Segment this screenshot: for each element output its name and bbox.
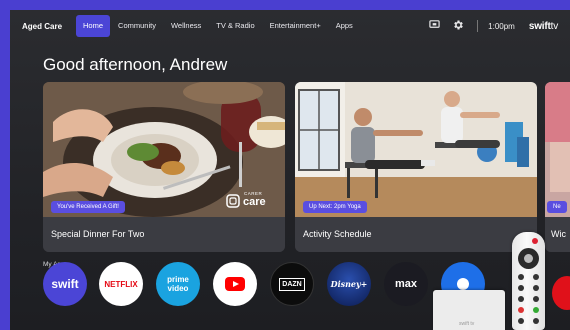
remote-ok-button (524, 254, 533, 263)
carer-badge: CARER care (226, 190, 278, 212)
app-swift-label: swift (51, 277, 79, 291)
remote-button (533, 296, 539, 302)
card-tag: Ne (547, 201, 567, 213)
app-swift[interactable]: swift (43, 262, 87, 306)
remote-button (533, 274, 539, 280)
app-netflix-label: NETFLIX (104, 279, 138, 289)
app-prime-video[interactable]: prime video (156, 262, 200, 306)
toolbar-divider (477, 20, 479, 32)
card-title: Wic (545, 217, 570, 252)
greeting-heading: Good afternoon, Andrew (43, 55, 228, 74)
cast-icon[interactable] (427, 19, 441, 33)
swift-tv-logo: swifttv (528, 20, 558, 32)
card-tag: You've Received A Gift! (51, 201, 125, 213)
device-label: swift tv (459, 321, 475, 327)
carer-badge-bottom-text: care (243, 196, 266, 208)
gear-icon[interactable] (451, 19, 465, 33)
youtube-play-icon (225, 277, 245, 291)
top-navigation-bar: Aged Care Home Community Wellness TV & R… (10, 10, 570, 42)
card-title: Activity Schedule (295, 217, 537, 252)
app-disney-plus-label: Disney+ (330, 279, 368, 289)
clock: 1:00pm (488, 21, 515, 31)
remote-button (518, 296, 524, 302)
remote-button (533, 318, 539, 324)
app-netflix[interactable]: NETFLIX (99, 262, 143, 306)
nav-item-home[interactable]: Home (76, 15, 111, 37)
app-disney-plus[interactable]: Disney+ (327, 262, 371, 306)
nav-item-community[interactable]: Community (111, 15, 163, 37)
app-partial-icon (457, 278, 469, 290)
nav-item-tv-radio[interactable]: TV & Radio (209, 15, 261, 37)
remote-control (512, 232, 545, 330)
card-tag: Up Next: 2pm Yoga (303, 201, 367, 213)
app-max-label: max (394, 278, 418, 290)
card-activity-schedule[interactable]: Up Next: 2pm Yoga Activity Schedule (295, 82, 537, 252)
remote-button (533, 285, 539, 291)
remote-button (518, 274, 524, 280)
app-youtube[interactable] (213, 262, 257, 306)
remote-button (518, 285, 524, 291)
remote-button (533, 307, 539, 313)
nav-item-apps[interactable]: Apps (329, 15, 360, 37)
card-photo (545, 82, 570, 217)
app-dazn[interactable]: DAZN (270, 262, 314, 306)
streaming-device: swift tv (433, 290, 505, 330)
right-tools: 1:00pm swifttv (417, 10, 558, 42)
nav-item-wellness[interactable]: Wellness (164, 15, 208, 37)
card-title: Special Dinner For Two (43, 217, 285, 252)
remote-button (518, 307, 524, 313)
card-cropped[interactable]: Ne Wic (545, 82, 570, 252)
nav-menu: Home Community Wellness TV & Radio Enter… (76, 15, 361, 37)
nav-item-entertainment[interactable]: Entertainment+ (263, 15, 328, 37)
remote-button (518, 318, 524, 324)
app-max[interactable]: max (384, 262, 428, 306)
app-dazn-label: DAZN (279, 277, 305, 291)
remote-power-button (532, 238, 538, 244)
brand-label: Aged Care (22, 21, 63, 31)
carer-logo-icon (226, 194, 240, 208)
app-prime-video-label: prime video (167, 275, 189, 293)
yoga-photo (295, 82, 537, 217)
card-special-dinner[interactable]: CARER care You've Received A Gift! Speci… (43, 82, 285, 252)
